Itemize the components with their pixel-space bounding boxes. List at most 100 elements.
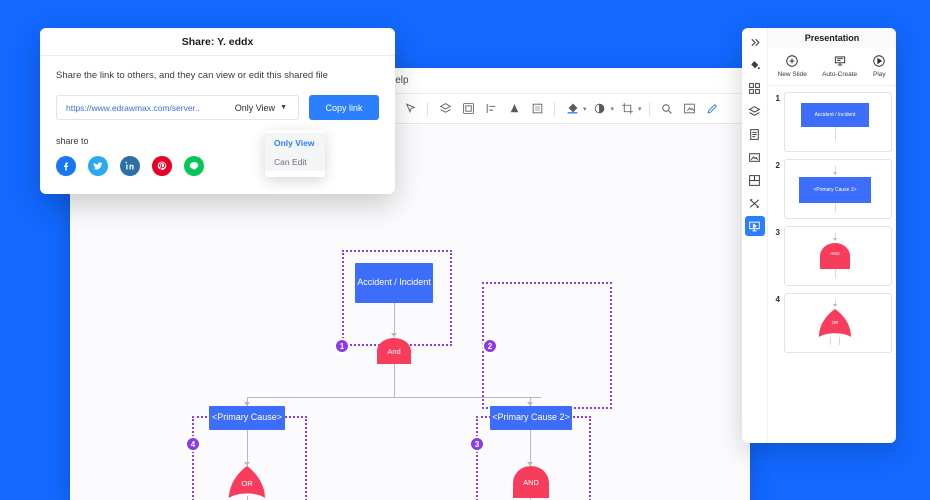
pen-tool-icon[interactable] (400, 99, 420, 119)
slide-thumbnail-2[interactable]: <Primary Cause 2> (784, 159, 892, 219)
frame-icon[interactable] (458, 99, 478, 119)
thumb-connector (835, 127, 836, 141)
copy-link-button[interactable]: Copy link (309, 95, 379, 120)
fill-color-control[interactable]: ▾ (562, 99, 587, 119)
selection-badge-3[interactable]: 3 (469, 436, 485, 452)
arrow-icon (833, 238, 837, 241)
shape-fill-control[interactable]: ▾ (590, 99, 615, 119)
slide-number: 4 (775, 295, 780, 304)
align-left-icon[interactable] (481, 99, 501, 119)
node-primary-cause-2[interactable]: <Primary Cause 2> (490, 406, 572, 430)
play-button[interactable]: Play (872, 54, 886, 78)
linkedin-icon[interactable] (120, 156, 140, 176)
image-icon[interactable] (745, 147, 765, 167)
share-dialog: Share: Y. eddx Share the link to others,… (40, 28, 395, 194)
zoom-icon[interactable] (657, 99, 677, 119)
layers-icon[interactable] (745, 101, 765, 121)
node-primary-cause[interactable]: <Primary Cause> (209, 406, 285, 430)
node-and-gate-right[interactable]: AND (513, 466, 549, 498)
thumb-connector (830, 337, 831, 345)
facebook-icon[interactable] (56, 156, 76, 176)
slide-item[interactable]: 2 <Primary Cause 2> (772, 159, 892, 219)
screenshot-icon[interactable] (680, 99, 700, 119)
chart-icon[interactable] (745, 170, 765, 190)
panel-main: Presentation New Slide Auto-Create Play … (768, 28, 896, 443)
share-link-row: https://www.edrawmax.com/server.. Only V… (56, 95, 379, 177)
document-icon[interactable] (745, 124, 765, 144)
slide-item[interactable]: 4 OR (772, 293, 892, 353)
slide-thumbnail-1[interactable]: Accident / Incident (784, 92, 892, 152)
presentation-panel: Presentation New Slide Auto-Create Play … (742, 28, 896, 443)
auto-create-label: Auto-Create (822, 71, 858, 78)
grid-icon[interactable] (745, 78, 765, 98)
slide-item[interactable]: 3 AND (772, 226, 892, 286)
play-icon (872, 54, 886, 68)
panel-title: Presentation (768, 28, 896, 48)
dropdown-option-can-edit[interactable]: Can Edit (265, 152, 325, 171)
node-or-gate[interactable]: OR (229, 466, 265, 498)
dialog-description: Share the link to others, and they can v… (56, 70, 328, 81)
share-link-input[interactable]: https://www.edrawmax.com/server.. (57, 103, 229, 113)
layers-icon[interactable] (435, 99, 455, 119)
and-gate-shape (820, 243, 850, 269)
flip-icon[interactable] (504, 99, 524, 119)
selection-badge-4[interactable]: 4 (185, 436, 201, 452)
chevrons-right-icon[interactable] (745, 32, 765, 52)
share-link-field[interactable]: https://www.edrawmax.com/server.. Only V… (56, 95, 299, 120)
chevron-down-icon[interactable]: ▾ (611, 105, 615, 113)
pinterest-icon[interactable] (152, 156, 172, 176)
selection-badge-2[interactable]: 2 (482, 338, 498, 354)
dialog-body: Share the link to others, and they can v… (40, 56, 395, 194)
pencil-icon[interactable] (703, 99, 723, 119)
thumb-label: Accident / Incident (814, 112, 856, 118)
shape-fill-icon[interactable] (590, 99, 610, 119)
crop-icon[interactable] (617, 99, 637, 119)
dialog-title: Share: Y. eddx (40, 28, 395, 56)
crop-control[interactable]: ▾ (617, 99, 642, 119)
slide-thumbnail-3[interactable]: AND (784, 226, 892, 286)
new-slide-label: New Slide (777, 71, 807, 78)
node-label: <Primary Cause> (211, 412, 283, 423)
auto-create-button[interactable]: Auto-Create (822, 54, 857, 78)
chevron-down-icon[interactable]: ▾ (638, 105, 642, 113)
arrow-icon (833, 172, 837, 175)
thumb-label: AND (830, 251, 840, 256)
selection-badge-1[interactable]: 1 (334, 338, 350, 354)
fill-color-icon[interactable] (562, 99, 582, 119)
node-and-top[interactable]: And (377, 338, 411, 364)
slide-number: 3 (775, 228, 780, 237)
or-gate-shape (229, 466, 265, 498)
thumb-node: <Primary Cause 2> (799, 177, 871, 203)
plus-circle-icon (785, 54, 799, 68)
thumb-label: OR (831, 320, 839, 325)
permission-select[interactable]: Only View ▼ (229, 103, 298, 113)
panel-actions: New Slide Auto-Create Play (768, 48, 896, 86)
toolbar-divider (648, 101, 650, 116)
thumb-label: <Primary Cause 2> (813, 187, 857, 193)
arrow-icon (833, 304, 837, 307)
slide-thumbnail-4[interactable]: OR (784, 293, 892, 353)
thumb-node: Accident / Incident (801, 103, 869, 127)
and-gate-shape (377, 338, 411, 364)
selection-rect-2[interactable] (482, 282, 612, 409)
node-accident-incident[interactable]: Accident / Incident (355, 263, 433, 303)
thumb-connector (839, 337, 840, 345)
paint-bucket-icon[interactable] (745, 55, 765, 75)
thumb-connector (835, 269, 836, 278)
thumb-connector (835, 203, 836, 212)
and-gate-shape (513, 466, 549, 498)
crop-box-icon[interactable] (527, 99, 547, 119)
chevron-down-icon[interactable]: ▾ (583, 105, 587, 113)
slide-item[interactable]: 1 Accident / Incident (772, 92, 892, 152)
new-slide-button[interactable]: New Slide (778, 54, 807, 78)
presentation-icon[interactable] (744, 216, 765, 236)
permission-dropdown: Only View Can Edit (265, 130, 325, 177)
node-label: Accident / Incident (357, 277, 431, 288)
shuffle-icon[interactable] (745, 193, 765, 213)
line-icon[interactable] (184, 156, 204, 176)
dropdown-option-only-view[interactable]: Only View (265, 133, 325, 152)
twitter-icon[interactable] (88, 156, 108, 176)
share-to-label: share to (56, 136, 89, 146)
slide-list[interactable]: 1 Accident / Incident 2 <Primary Cause 2… (768, 86, 896, 443)
auto-create-icon (833, 54, 847, 68)
